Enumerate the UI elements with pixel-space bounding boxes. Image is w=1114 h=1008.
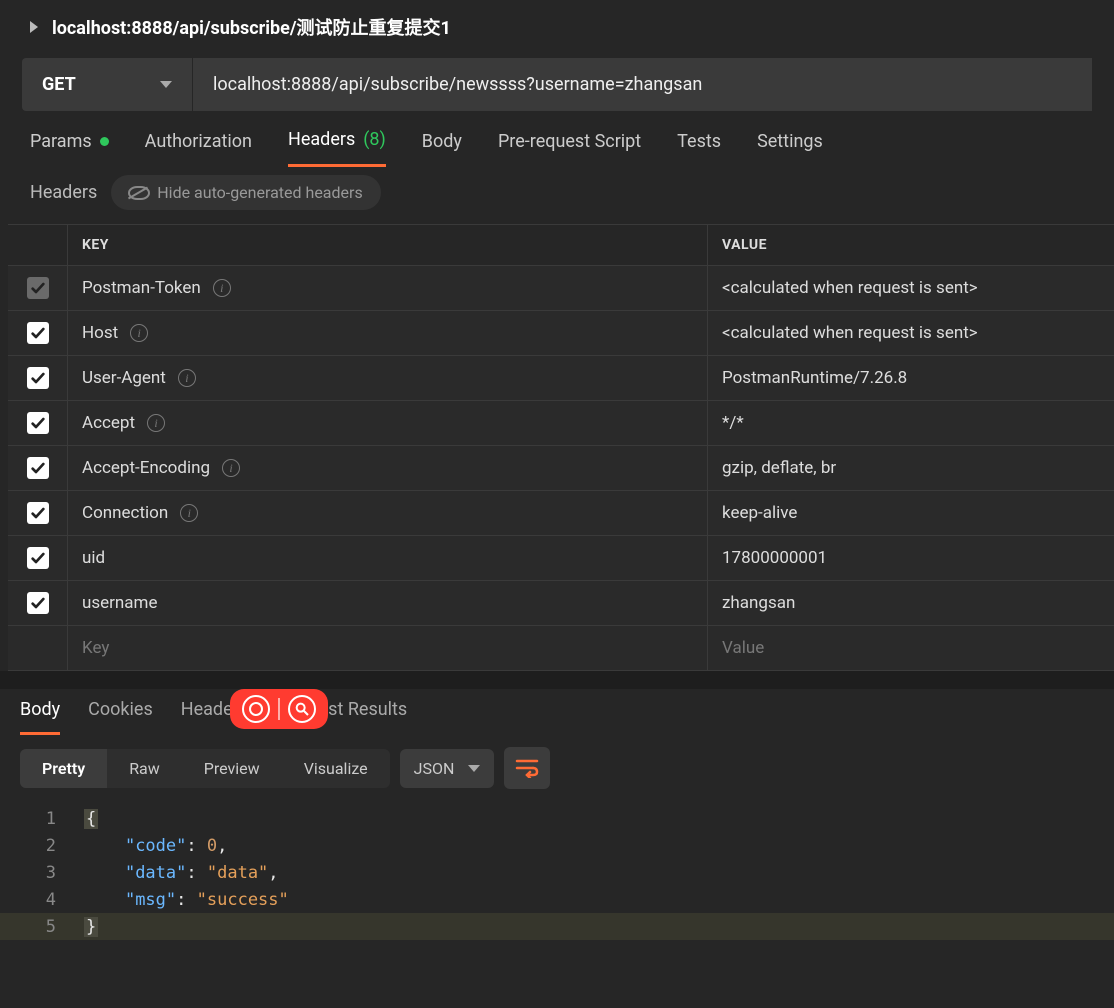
chevron-down-icon [468,765,480,772]
hide-autogen-button[interactable]: Hide auto-generated headers [111,175,380,210]
eye-off-icon [129,184,147,202]
header-value-cell[interactable]: <calculated when request is sent> [708,266,1114,310]
header-key-cell[interactable]: User-Agent i [68,356,708,400]
key-input-placeholder[interactable]: Key [68,626,708,670]
expand-caret-icon[interactable] [30,21,38,33]
line-number: 2 [0,836,84,856]
view-preview[interactable]: Preview [182,749,282,788]
header-value-cell[interactable]: zhangsan [708,581,1114,625]
header-key: Accept-Encoding [82,458,210,478]
response-tab-test-results[interactable]: est Results [319,699,408,735]
header-key-cell[interactable]: Accepti [68,401,708,445]
headers-table: KEY VALUE Postman-Token i <calculated when… [8,224,1114,671]
record-icon [242,695,270,723]
response-body-code[interactable]: 1{ 2 "code": 0, 3 "data": "data", 4 "msg… [0,801,1114,940]
info-icon[interactable]: i [222,459,240,477]
headers-subtitle: Headers [30,182,97,203]
tab-pre-request-script[interactable]: Pre-request Script [498,131,641,166]
header-key-cell[interactable]: Accept-Encoding i [68,446,708,490]
header-key: Host [82,323,118,343]
header-value-cell[interactable]: <calculated when request is sent> [708,311,1114,355]
dot-indicator-icon [100,137,109,146]
line-number: 4 [0,890,84,910]
tab-authorization[interactable]: Authorization [145,131,252,166]
info-icon[interactable]: i [213,279,231,297]
tab-params[interactable]: Params [30,131,109,166]
row-checkbox[interactable] [27,412,49,434]
tab-headers[interactable]: Headers(8) [288,129,386,167]
info-icon[interactable]: i [130,324,148,342]
row-checkbox[interactable] [27,367,49,389]
checkbox-header-cell [8,225,68,265]
header-value-cell[interactable]: */* [708,401,1114,445]
checkbox-cell-empty [8,626,68,670]
header-key-cell[interactable]: username [68,581,708,625]
row-checkbox[interactable] [27,502,49,524]
row-checkbox[interactable] [27,277,49,299]
header-key: username [82,593,157,613]
search-icon [288,695,316,723]
row-checkbox[interactable] [27,457,49,479]
header-key-cell[interactable]: uid [68,536,708,580]
wrap-lines-button[interactable] [504,747,550,789]
request-url-input[interactable]: localhost:8888/api/subscribe/newssss?use… [192,58,1092,111]
tab-tests[interactable]: Tests [677,131,721,166]
response-tab-headers[interactable]: Heade [181,699,233,735]
floating-tool-badge[interactable] [230,689,328,729]
header-value-cell[interactable]: 17800000001 [708,536,1114,580]
method-label: GET [42,74,76,95]
view-mode-segment: Pretty Raw Preview Visualize [20,749,390,788]
response-tab-cookies[interactable]: Cookies [88,699,153,735]
header-key-cell[interactable]: Connection i [68,491,708,535]
header-key: Accept [82,413,135,433]
info-icon[interactable]: i [180,504,198,522]
info-icon[interactable]: i [178,369,196,387]
chevron-down-icon [160,81,172,88]
view-visualize[interactable]: Visualize [282,749,390,788]
line-number: 1 [0,809,84,829]
tab-settings[interactable]: Settings [757,131,823,166]
info-icon[interactable]: i [147,414,165,432]
column-header-value: VALUE [708,225,1114,265]
header-value-cell[interactable]: gzip, deflate, br [708,446,1114,490]
header-key-cell[interactable]: Hosti [68,311,708,355]
column-header-key: KEY [68,225,708,265]
format-dropdown[interactable]: JSON [400,749,495,788]
view-raw[interactable]: Raw [107,749,182,788]
line-number: 5 [0,917,84,937]
header-key-cell[interactable]: Postman-Token i [68,266,708,310]
tab-body[interactable]: Body [422,131,462,166]
header-value-cell[interactable]: PostmanRuntime/7.26.8 [708,356,1114,400]
row-checkbox[interactable] [27,592,49,614]
header-value-cell[interactable]: keep-alive [708,491,1114,535]
row-checkbox[interactable] [27,322,49,344]
header-key: User-Agent [82,368,166,388]
header-key: Postman-Token [82,278,201,298]
view-pretty[interactable]: Pretty [20,749,107,788]
header-key: uid [82,548,105,568]
header-key: Connection [82,503,168,523]
response-tab-body[interactable]: Body [20,699,60,735]
method-dropdown[interactable]: GET [22,58,192,111]
value-input-placeholder[interactable]: Value [708,626,1114,670]
request-title: localhost:8888/api/subscribe/测试防止重复提交1 [52,14,451,40]
line-number: 3 [0,863,84,883]
row-checkbox[interactable] [27,547,49,569]
